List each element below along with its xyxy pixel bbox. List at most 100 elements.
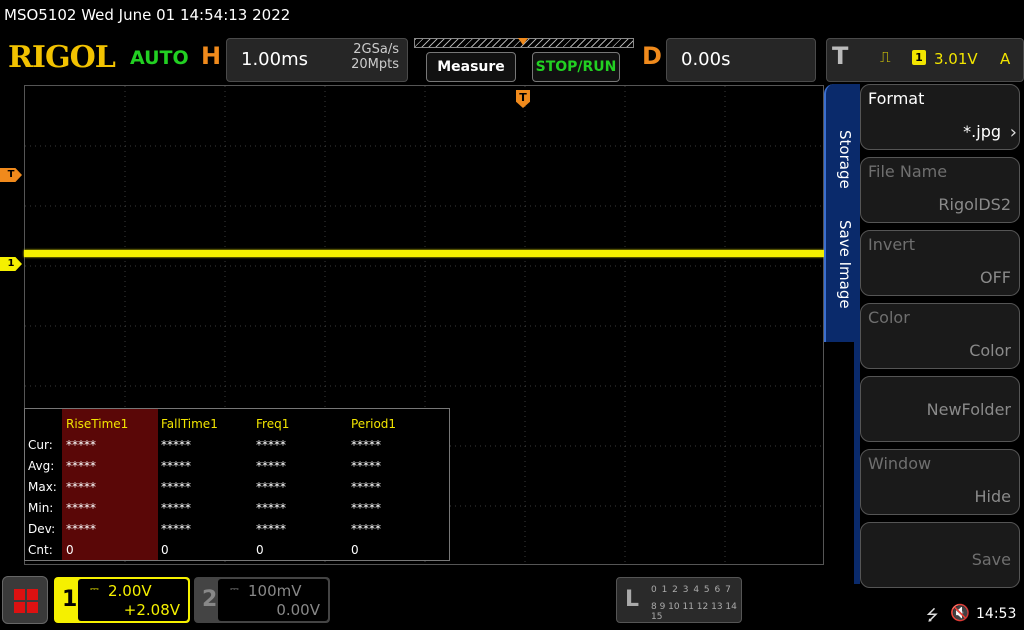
chevron-right-icon: › [1009, 122, 1017, 143]
meas-cell: 0 [66, 543, 74, 557]
home-grid-icon [14, 589, 38, 613]
meas-cell: ***** [161, 522, 191, 536]
horizontal-timebase-panel[interactable]: 1.00ms 2GSa/s 20Mpts [226, 38, 408, 82]
delay-panel[interactable]: 0.00s [666, 38, 816, 82]
delay-value: 0.00s [681, 49, 731, 70]
sample-rate: 2GSa/s [353, 42, 399, 57]
color-value: Color [969, 341, 1011, 360]
meas-header-risetime[interactable]: RiseTime1 [66, 417, 128, 431]
meas-cell: 0 [161, 543, 169, 557]
meas-cell: ***** [66, 501, 96, 515]
window-label: Window [868, 454, 932, 473]
meas-cell: 0 [351, 543, 359, 557]
dc-coupling-icon: ⎓ [230, 582, 239, 595]
home-button[interactable] [2, 576, 48, 624]
ch1-offset-marker[interactable]: 1 [0, 257, 22, 271]
meas-cell: ***** [66, 459, 96, 473]
file-name-menu-button[interactable]: File Name RigolDS2 [860, 157, 1020, 223]
meas-header-freq[interactable]: Freq1 [256, 417, 289, 431]
dc-coupling-icon: ⎓ [90, 582, 99, 595]
ch1-number: 1 [62, 587, 78, 612]
horizontal-label: H [201, 42, 222, 70]
rising-edge-icon: ⎍ [880, 48, 891, 66]
meas-cell: ***** [351, 480, 381, 494]
measurement-table: RiseTime1 FallTime1 Freq1 Period1 Cur: *… [24, 408, 450, 561]
meas-cell: ***** [256, 438, 286, 452]
delay-label: D [642, 42, 662, 70]
meas-cell: ***** [351, 501, 381, 515]
meas-cell: ***** [66, 480, 96, 494]
memory-position-marker [518, 38, 528, 45]
meas-row-label: Cnt: [28, 543, 53, 557]
file-name-label: File Name [868, 162, 948, 181]
speaker-muted-icon[interactable]: 🔇 [950, 603, 970, 622]
stop-run-button[interactable]: STOP/RUN [532, 52, 620, 82]
new-folder-value: NewFolder [926, 400, 1011, 419]
save-menu-button[interactable]: Save [860, 522, 1020, 588]
meas-row-label: Max: [28, 480, 57, 494]
trigger-source: 1 [912, 50, 926, 65]
ch1-settings: ⎓ 2.00V +2.08V [78, 579, 188, 621]
invert-menu-button[interactable]: Invert OFF [860, 230, 1020, 296]
meas-cell: ***** [161, 480, 191, 494]
memory-depth: 20Mpts [351, 57, 399, 72]
meas-cell: ***** [256, 522, 286, 536]
save-value: Save [971, 550, 1011, 569]
trigger-mode[interactable]: AUTO [130, 47, 189, 69]
meas-header-period[interactable]: Period1 [351, 417, 396, 431]
meas-cell: ***** [256, 459, 286, 473]
meas-cell: 0 [256, 543, 264, 557]
ch2-number: 2 [202, 587, 218, 612]
ch1-panel[interactable]: 1 ⎓ 2.00V +2.08V [54, 577, 190, 623]
meas-cell: ***** [256, 480, 286, 494]
meas-header-falltime[interactable]: FallTime1 [161, 417, 218, 431]
color-menu-button[interactable]: Color Color [860, 303, 1020, 369]
measure-button[interactable]: Measure [426, 52, 516, 82]
ch2-offset: 0.00V [276, 601, 320, 619]
ch2-scale: 100mV [248, 582, 302, 600]
trigger-coupling: A [1000, 50, 1011, 68]
meas-cell: ***** [351, 522, 381, 536]
timebase-value: 1.00ms [241, 49, 308, 70]
format-menu-button[interactable]: Format *.jpg › [860, 84, 1020, 150]
trigger-label: T [832, 42, 849, 70]
window-menu-button[interactable]: Window Hide [860, 449, 1020, 515]
tab-storage[interactable]: Storage [830, 114, 854, 204]
meas-cell: ***** [161, 501, 191, 515]
clock: 14:53 [976, 606, 1017, 622]
logic-analyzer-panel[interactable]: L 0 1 2 3 4 5 6 7 8 9 10 11 12 13 14 15 [616, 577, 742, 623]
file-name-value: RigolDS2 [938, 195, 1011, 214]
meas-row-label: Avg: [28, 459, 55, 473]
new-folder-menu-button[interactable]: NewFolder [860, 376, 1020, 442]
meas-row-label: Min: [28, 501, 54, 515]
ch1-trace [24, 250, 824, 257]
meas-cell: ***** [351, 438, 381, 452]
status-line: MSO5102 Wed June 01 14:54:13 2022 [4, 6, 291, 24]
format-value: *.jpg [963, 122, 1001, 141]
ch1-scale: 2.00V [108, 582, 152, 600]
ch2-settings: ⎓ 100mV 0.00V [218, 579, 328, 621]
meas-cell: ***** [161, 459, 191, 473]
meas-cell: ***** [161, 438, 191, 452]
trigger-level: 3.01V [934, 50, 978, 68]
ch2-panel[interactable]: 2 ⎓ 100mV 0.00V [194, 577, 330, 623]
meas-cell: ***** [66, 522, 96, 536]
meas-row-label: Cur: [28, 438, 53, 452]
sample-rate-info: 2GSa/s 20Mpts [351, 42, 399, 72]
meas-cell: ***** [66, 438, 96, 452]
invert-label: Invert [868, 235, 916, 254]
ch1-offset: +2.08V [123, 601, 180, 619]
meas-row-label: Dev: [28, 522, 56, 536]
trigger-level-marker[interactable]: T [0, 168, 22, 182]
meas-cell: ***** [351, 459, 381, 473]
logic-label: L [625, 587, 640, 612]
tab-save-image[interactable]: Save Image [830, 214, 854, 314]
format-label: Format [868, 89, 925, 108]
logic-channels-high: 8 9 10 11 12 13 14 15 [651, 602, 737, 622]
usb-icon: ⭍ [926, 606, 939, 624]
invert-value: OFF [980, 268, 1011, 287]
meas-cell: ***** [256, 501, 286, 515]
brand-logo: RIGOL [8, 40, 116, 75]
menu-tabs: Storage Save Image [824, 84, 856, 342]
color-label: Color [868, 308, 910, 327]
